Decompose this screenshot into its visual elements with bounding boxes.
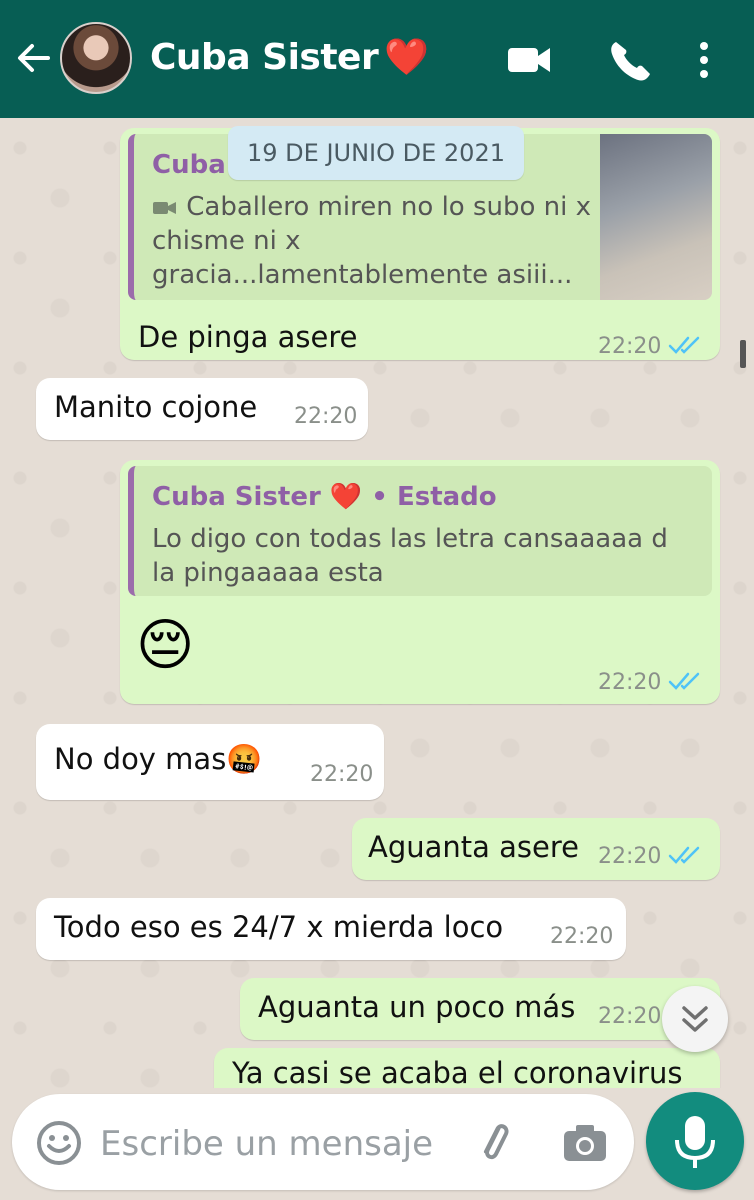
quote-line-2: chisme ni x — [152, 226, 301, 256]
quote-text: Caballero miren no lo subo ni x chisme n… — [152, 190, 592, 292]
message-input-container — [12, 1094, 634, 1190]
camera-icon[interactable] — [560, 1118, 610, 1168]
quote-author-name: Cuba Sister — [152, 482, 321, 512]
message-bubble-outgoing[interactable]: Ya casi se acaba el coronavirus — [214, 1048, 720, 1088]
video-thumbnail — [600, 134, 712, 300]
chat-messages[interactable]: Cuba S Caballero miren no lo subo ni x c… — [0, 118, 754, 1088]
phone-icon[interactable] — [606, 38, 654, 82]
more-vertical-icon[interactable] — [690, 38, 718, 82]
message-time: 22:20 — [294, 404, 358, 429]
message-bubble-outgoing[interactable]: Aguanta un poco más 22:20 — [240, 978, 720, 1040]
composer-bar — [0, 1088, 754, 1200]
quote-line-1: Caballero miren no lo subo ni x — [186, 192, 592, 222]
quote-line-3: gracia...lamentablemente asiii... — [152, 260, 573, 290]
contact-name-text: Cuba Sister — [150, 37, 379, 78]
scroll-to-bottom-button[interactable] — [662, 986, 728, 1052]
microphone-button[interactable] — [646, 1092, 744, 1190]
message-time: 22:20 — [598, 334, 662, 359]
microphone-icon — [675, 1116, 715, 1168]
heart-emoji: ❤️ — [384, 37, 429, 78]
message-text: Aguanta asere — [368, 830, 579, 864]
chat-header: Cuba Sister ❤️ — [0, 0, 754, 118]
pensive-emoji: 😔 — [136, 613, 195, 676]
message-bubble-incoming[interactable]: Todo eso es 24/7 x mierda loco 22:20 — [36, 898, 626, 960]
message-bubble-outgoing[interactable]: Cuba Sister ❤️ • Estado Lo digo con toda… — [120, 460, 720, 704]
heart-emoji: ❤️ — [329, 482, 363, 512]
contact-name[interactable]: Cuba Sister ❤️ — [150, 36, 429, 78]
chevron-double-down-icon — [682, 1006, 708, 1032]
message-text: Todo eso es 24/7 x mierda loco — [54, 910, 504, 944]
message-time: 22:20 — [598, 1004, 662, 1029]
message-input[interactable] — [100, 1122, 460, 1166]
video-icon — [153, 201, 176, 214]
video-camera-icon[interactable] — [506, 38, 554, 82]
message-bubble-outgoing[interactable]: Aguanta asere 22:20 — [352, 818, 720, 880]
quote-line-2: la pingaaaaa esta — [152, 558, 384, 588]
paperclip-icon[interactable] — [470, 1118, 520, 1168]
message-text: De pinga asere — [138, 320, 358, 354]
avatar[interactable] — [60, 22, 132, 94]
read-ticks-icon — [668, 336, 700, 354]
smiley-icon[interactable] — [34, 1118, 84, 1168]
scrollbar-thumb[interactable] — [740, 340, 746, 368]
read-ticks-icon — [668, 672, 700, 690]
message-text: Ya casi se acaba el coronavirus — [232, 1056, 683, 1088]
quote-text: Lo digo con todas las letra cansaaaaa d … — [152, 522, 712, 590]
message-time: 22:20 — [598, 670, 662, 695]
message-text: Manito cojone — [54, 390, 258, 424]
message-time: 22:20 — [310, 762, 374, 787]
message-bubble-incoming[interactable]: Manito cojone 22:20 — [36, 378, 368, 440]
quote-line-1: Lo digo con todas las letra cansaaaaa d — [152, 524, 668, 554]
arrow-left-icon[interactable] — [14, 38, 54, 78]
message-text: Aguanta un poco más — [258, 990, 576, 1024]
quote-suffix: • Estado — [371, 482, 497, 512]
message-time: 22:20 — [550, 924, 614, 949]
quote-author: Cuba Sister ❤️ • Estado — [152, 482, 497, 512]
read-ticks-icon — [668, 846, 700, 864]
date-chip: 19 DE JUNIO DE 2021 — [228, 126, 524, 180]
message-text: No doy mas🤬 — [54, 742, 263, 776]
quoted-message[interactable]: Cuba Sister ❤️ • Estado Lo digo con toda… — [128, 466, 712, 596]
message-bubble-incoming[interactable]: No doy mas🤬 22:20 — [36, 724, 384, 800]
message-time: 22:20 — [598, 844, 662, 869]
